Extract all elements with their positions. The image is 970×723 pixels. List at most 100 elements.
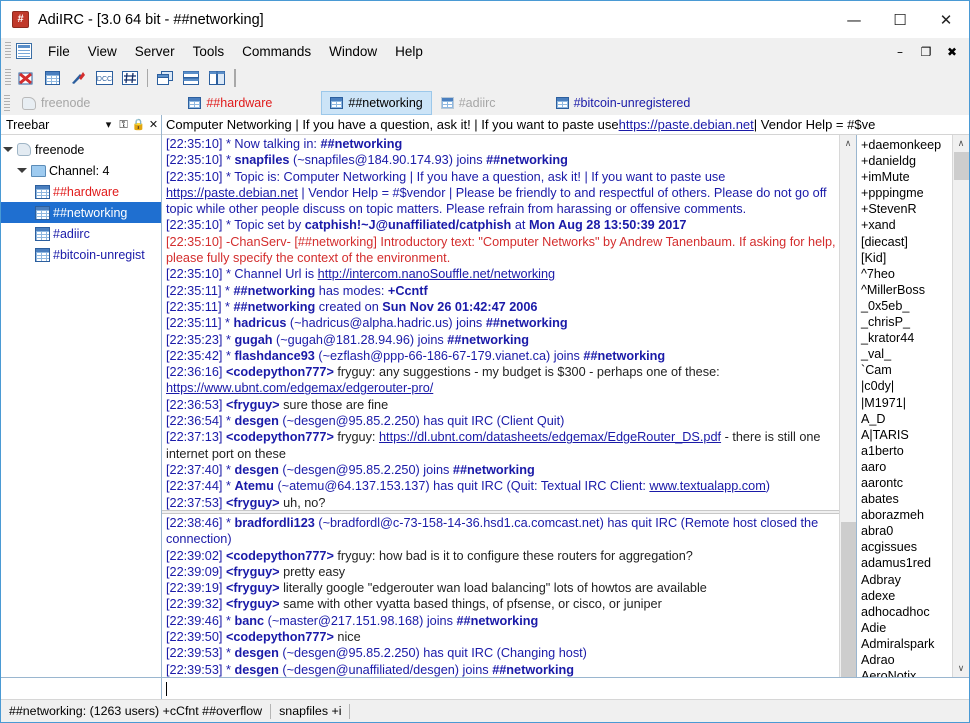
tree-node-channel-group[interactable]: Channel: 4 xyxy=(1,160,161,181)
nicklist-item[interactable]: [diecast] xyxy=(861,234,952,250)
menu-help[interactable]: Help xyxy=(386,41,432,62)
chat-link[interactable]: https://www.ubnt.com/edgemax/edgerouter-… xyxy=(166,381,433,395)
nicklist-item[interactable]: ^7heo xyxy=(861,266,952,282)
nicklist-item[interactable]: +danieldg xyxy=(861,153,952,169)
switchbar-tab-hardware[interactable]: ##hardware xyxy=(179,91,281,115)
nicklist-item[interactable]: +xand xyxy=(861,217,952,233)
mdi-close-button[interactable]: ✖ xyxy=(939,41,965,63)
window-minimize-button[interactable]: — xyxy=(831,1,877,38)
nicklist-item[interactable]: A_D xyxy=(861,411,952,427)
chevron-down-icon[interactable]: ▾ xyxy=(101,117,116,133)
message-pane-lower[interactable]: [22:38:46] * bradfordli123 (~bradfordl@c… xyxy=(162,514,839,677)
window-close-button[interactable]: ✕ xyxy=(923,1,969,38)
nicklist-item[interactable]: `Cam xyxy=(861,362,952,378)
chat-scrollbar[interactable]: ∧ ∨ xyxy=(839,135,856,677)
topic-link[interactable]: https://paste.debian.net xyxy=(619,117,754,132)
cascade-windows-icon[interactable] xyxy=(155,68,175,88)
chat-line: [22:35:10] * Topic set by catphish!~J@un… xyxy=(166,217,836,233)
chat-text: (~atemu@64.137.153.137) has quit IRC (Qu… xyxy=(273,479,650,494)
menubar-grip[interactable] xyxy=(5,42,11,60)
nicklist-item[interactable]: adamus1red xyxy=(861,555,952,571)
chat-scroll-track[interactable] xyxy=(840,152,857,677)
tree-node-adiirc[interactable]: #adiirc xyxy=(1,223,161,244)
lock-icon[interactable]: 🔒 xyxy=(131,117,146,133)
nicklist-item[interactable]: abates xyxy=(861,491,952,507)
menu-server[interactable]: Server xyxy=(126,41,184,62)
nicklist-item[interactable]: +daemonkeep xyxy=(861,137,952,153)
chat-link[interactable]: http://intercom.nanoSouffle.net/networki… xyxy=(318,267,555,281)
nicklist-item[interactable]: a1berto xyxy=(861,443,952,459)
nicklist[interactable]: +daemonkeep +danieldg +imMute +pppingme +Ste… xyxy=(857,135,952,677)
close-icon[interactable]: ✕ xyxy=(146,117,161,133)
nicklist-item[interactable]: Adie xyxy=(861,620,952,636)
menu-window[interactable]: Window xyxy=(320,41,386,62)
scroll-up-arrow-icon[interactable]: ∧ xyxy=(840,135,857,152)
nicklist-item[interactable]: +imMute xyxy=(861,169,952,185)
nicklist-item[interactable]: _krator44 xyxy=(861,330,952,346)
nicklist-item[interactable]: _val_ xyxy=(861,346,952,362)
mdi-restore-button[interactable]: ❐ xyxy=(913,41,939,63)
toolbar-grip[interactable] xyxy=(5,69,11,87)
message-input[interactable] xyxy=(162,678,969,699)
scroll-down-arrow-icon[interactable]: ∨ xyxy=(953,660,970,677)
nicklist-item[interactable]: adhocadhoc xyxy=(861,604,952,620)
expand-caret-icon[interactable] xyxy=(15,168,29,173)
chat-link[interactable]: https://paste.debian.net xyxy=(166,186,298,200)
tile-vertical-icon[interactable] xyxy=(207,68,227,88)
nicklist-item[interactable]: aaro xyxy=(861,459,952,475)
nicklist-scrollbar[interactable]: ∧ ∨ xyxy=(952,135,969,677)
switchbar-tab-adiirc[interactable]: #adiirc xyxy=(432,91,505,115)
nicklist-item[interactable]: _chrisP_ xyxy=(861,314,952,330)
menu-view[interactable]: View xyxy=(79,41,126,62)
expand-caret-icon[interactable] xyxy=(1,147,15,152)
chat-scroll-thumb[interactable] xyxy=(840,522,856,677)
nicklist-item[interactable]: abra0 xyxy=(861,523,952,539)
chat-line: [22:35:10] -ChanServ- [##networking] Int… xyxy=(166,234,836,267)
message-pane-upper[interactable]: [22:35:10] * Now talking in: ##networkin… xyxy=(162,135,839,510)
chat-link[interactable]: https://dl.ubnt.com/datasheets/edgemax/E… xyxy=(379,430,721,444)
pin-icon[interactable]: ⚿ xyxy=(116,117,131,133)
switchbar-tab-networking[interactable]: ##networking xyxy=(321,91,432,115)
tree-node-freenode[interactable]: freenode xyxy=(1,139,161,160)
nicklist-item[interactable]: adexe xyxy=(861,588,952,604)
nicklist-item[interactable]: A|TARIS xyxy=(861,427,952,443)
nicklist-item[interactable]: Admiralspark xyxy=(861,636,952,652)
channel-list-icon[interactable] xyxy=(42,68,62,88)
nicklist-item[interactable]: Adbray xyxy=(861,572,952,588)
tile-horizontal-icon[interactable] xyxy=(181,68,201,88)
nicklist-scroll-track[interactable] xyxy=(953,152,970,660)
nicklist-item[interactable]: |c0dy| xyxy=(861,378,952,394)
tree-node-bitcoin-unregistered[interactable]: #bitcoin-unregist xyxy=(1,244,161,265)
switchbar-tab-freenode[interactable]: freenode xyxy=(13,91,99,115)
tree-node-networking[interactable]: ##networking xyxy=(1,202,161,223)
nicklist-item[interactable]: aarontc xyxy=(861,475,952,491)
nicklist-item[interactable]: _0x5eb_ xyxy=(861,298,952,314)
topic-bar[interactable]: Computer Networking | If you have a ques… xyxy=(162,115,969,135)
switchbar-tab-bitcoin-unregistered[interactable]: #bitcoin-unregistered xyxy=(547,91,700,115)
tree-node-hardware[interactable]: ##hardware xyxy=(1,181,161,202)
nicklist-item[interactable]: [Kid] xyxy=(861,250,952,266)
mdi-minimize-button[interactable]: – xyxy=(887,41,913,63)
chat-nick: ##networking xyxy=(486,153,568,168)
nicklist-item[interactable]: |M1971| xyxy=(861,395,952,411)
options-tools-icon[interactable] xyxy=(68,68,88,88)
channel-icon xyxy=(33,226,51,241)
nicklist-item[interactable]: ^MillerBoss xyxy=(861,282,952,298)
menu-tools[interactable]: Tools xyxy=(184,41,234,62)
menu-commands[interactable]: Commands xyxy=(233,41,320,62)
menu-file[interactable]: File xyxy=(39,41,79,62)
switchbar-grip[interactable] xyxy=(4,95,10,111)
nicklist-scroll-thumb[interactable] xyxy=(953,152,969,180)
nicklist-item[interactable]: +pppingme xyxy=(861,185,952,201)
channel-window-icon[interactable] xyxy=(120,68,140,88)
chat-link[interactable]: www.textualapp.com xyxy=(649,479,765,493)
nicklist-item[interactable]: acgissues xyxy=(861,539,952,555)
nicklist-item[interactable]: aborazmeh xyxy=(861,507,952,523)
disconnect-icon[interactable] xyxy=(16,68,36,88)
nicklist-item[interactable]: +StevenR xyxy=(861,201,952,217)
nicklist-item[interactable]: AeroNotix xyxy=(861,668,952,677)
window-maximize-button[interactable]: ☐ xyxy=(877,1,923,38)
dcc-icon[interactable]: DCC xyxy=(94,68,114,88)
scroll-up-arrow-icon[interactable]: ∧ xyxy=(953,135,970,152)
nicklist-item[interactable]: Adrao xyxy=(861,652,952,668)
